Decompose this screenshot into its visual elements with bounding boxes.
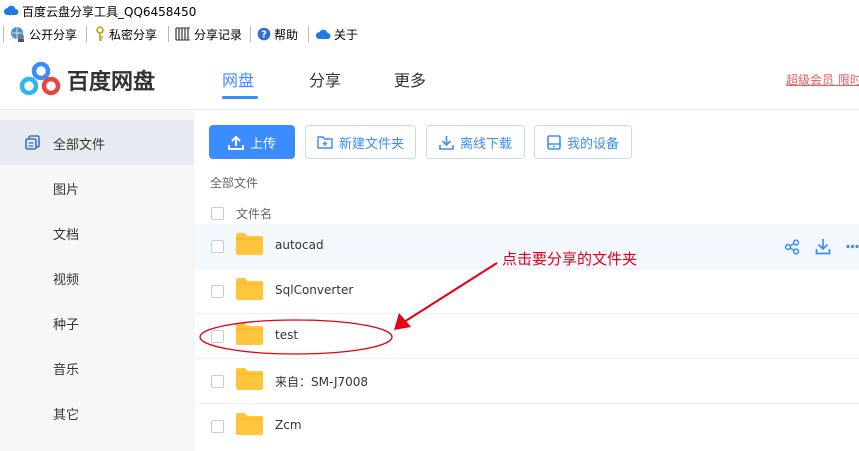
new-folder-button[interactable]: 新建文件夹 bbox=[305, 125, 416, 159]
toolbar-share-history-button[interactable]: 分享记录 bbox=[175, 25, 242, 43]
toolbar: 公开分享 私密分享 分享记录 ? 帮助 关于 bbox=[0, 22, 859, 46]
sidebar-item-all-files[interactable]: 全部文件 bbox=[0, 120, 193, 165]
toolbar-public-share-button[interactable]: 公开分享 bbox=[10, 25, 77, 43]
nav-tab-more[interactable]: 更多 bbox=[394, 67, 426, 91]
more-icon[interactable] bbox=[846, 244, 859, 249]
file-name: SqlConverter bbox=[275, 283, 354, 297]
toolbar-grip bbox=[3, 26, 4, 42]
breadcrumb[interactable]: 全部文件 bbox=[210, 174, 258, 191]
help-icon: ? bbox=[257, 27, 271, 41]
row-checkbox[interactable] bbox=[211, 420, 224, 433]
sidebar-item-label: 种子 bbox=[53, 318, 80, 333]
file-row[interactable]: test bbox=[195, 314, 859, 359]
device-icon bbox=[547, 134, 561, 150]
folder-icon bbox=[236, 323, 263, 345]
window-title-bar: 百度云盘分享工具_QQ6458450 bbox=[0, 0, 859, 22]
file-name: Zcm bbox=[275, 418, 302, 432]
toolbar-about-button[interactable]: 关于 bbox=[315, 25, 358, 43]
toolbar-separator bbox=[308, 26, 309, 42]
toolbar-separator bbox=[168, 26, 169, 42]
sidebar-item-images[interactable]: 图片 bbox=[0, 165, 193, 210]
baidu-netdisk-logo-icon bbox=[19, 62, 61, 96]
cloud-icon bbox=[315, 29, 331, 39]
toolbar-separator bbox=[250, 26, 251, 42]
sidebar-item-other[interactable]: 其它 bbox=[0, 390, 193, 435]
sidebar-item-label: 音乐 bbox=[53, 363, 80, 378]
sidebar-item-documents[interactable]: 文档 bbox=[0, 210, 193, 255]
vip-promo-link[interactable]: 超级会员 限时 bbox=[786, 71, 859, 88]
my-devices-label: 我的设备 bbox=[566, 136, 619, 152]
folder-icon bbox=[236, 233, 263, 255]
annotation-text: 点击要分享的文件夹 bbox=[502, 250, 638, 268]
upload-icon bbox=[227, 135, 244, 150]
nav-tab-netdisk[interactable]: 网盘 bbox=[222, 67, 254, 91]
sidebar-item-music[interactable]: 音乐 bbox=[0, 345, 193, 390]
folder-icon bbox=[236, 368, 263, 390]
column-header-filename[interactable]: 文件名 bbox=[236, 205, 272, 222]
toolbar-label: 关于 bbox=[334, 27, 359, 42]
folder-icon bbox=[236, 413, 263, 435]
row-checkbox[interactable] bbox=[211, 240, 224, 253]
offline-download-button[interactable]: 离线下载 bbox=[426, 125, 525, 159]
toolbar-separator bbox=[86, 26, 87, 42]
download-icon[interactable] bbox=[815, 238, 831, 255]
toolbar-label: 分享记录 bbox=[194, 27, 243, 42]
my-devices-button[interactable]: 我的设备 bbox=[534, 125, 632, 159]
select-all-checkbox[interactable] bbox=[211, 207, 224, 220]
upload-button[interactable]: 上传 bbox=[209, 125, 295, 159]
app-header: 百度网盘 网盘 分享 更多 超级会员 限时 bbox=[0, 46, 859, 110]
sidebar-item-label: 图片 bbox=[53, 183, 80, 198]
toolbar-label: 公开分享 bbox=[29, 27, 78, 42]
window-title: 百度云盘分享工具_QQ6458450 bbox=[22, 5, 197, 19]
file-name: 来自：SM-J7008 bbox=[275, 375, 369, 389]
folder-icon bbox=[236, 278, 263, 300]
sidebar-item-label: 文档 bbox=[53, 228, 80, 243]
toolbar-label: 私密分享 bbox=[109, 27, 158, 42]
new-folder-icon bbox=[317, 135, 333, 149]
file-name: test bbox=[275, 328, 299, 342]
toolbar-label: 帮助 bbox=[274, 27, 299, 42]
download-icon bbox=[439, 135, 454, 150]
active-tab-indicator bbox=[222, 96, 258, 99]
toolbar-help-button[interactable]: ? 帮助 bbox=[257, 25, 298, 43]
new-folder-label: 新建文件夹 bbox=[338, 136, 404, 152]
sidebar-item-torrents[interactable]: 种子 bbox=[0, 300, 193, 345]
logo-text: 百度网盘 bbox=[67, 70, 156, 95]
svg-text:?: ? bbox=[261, 30, 267, 41]
row-checkbox[interactable] bbox=[211, 330, 224, 343]
file-row[interactable]: Zcm bbox=[195, 404, 859, 451]
toolbar-private-share-button[interactable]: 私密分享 bbox=[94, 25, 157, 43]
row-checkbox[interactable] bbox=[211, 375, 224, 388]
file-name: autocad bbox=[275, 238, 324, 252]
share-icon[interactable] bbox=[784, 239, 800, 255]
list-icon bbox=[175, 27, 190, 41]
file-row[interactable]: 来自：SM-J7008 bbox=[195, 359, 859, 404]
key-icon bbox=[96, 26, 104, 41]
sidebar-item-videos[interactable]: 视频 bbox=[0, 255, 193, 300]
row-checkbox[interactable] bbox=[211, 285, 224, 298]
globe-user-icon bbox=[11, 27, 24, 42]
sidebar-item-label: 其它 bbox=[53, 408, 80, 423]
nav-tab-share[interactable]: 分享 bbox=[309, 67, 341, 91]
file-row[interactable]: SqlConverter bbox=[195, 269, 859, 314]
upload-label: 上传 bbox=[249, 136, 276, 152]
offline-download-label: 离线下载 bbox=[459, 136, 512, 152]
cloud-icon bbox=[3, 5, 19, 16]
files-icon bbox=[25, 135, 40, 150]
sidebar-item-label: 全部文件 bbox=[53, 138, 106, 153]
sidebar: 全部文件 图片 文档 视频 种子 音乐 其它 bbox=[0, 111, 194, 451]
sidebar-item-label: 视频 bbox=[53, 273, 80, 288]
